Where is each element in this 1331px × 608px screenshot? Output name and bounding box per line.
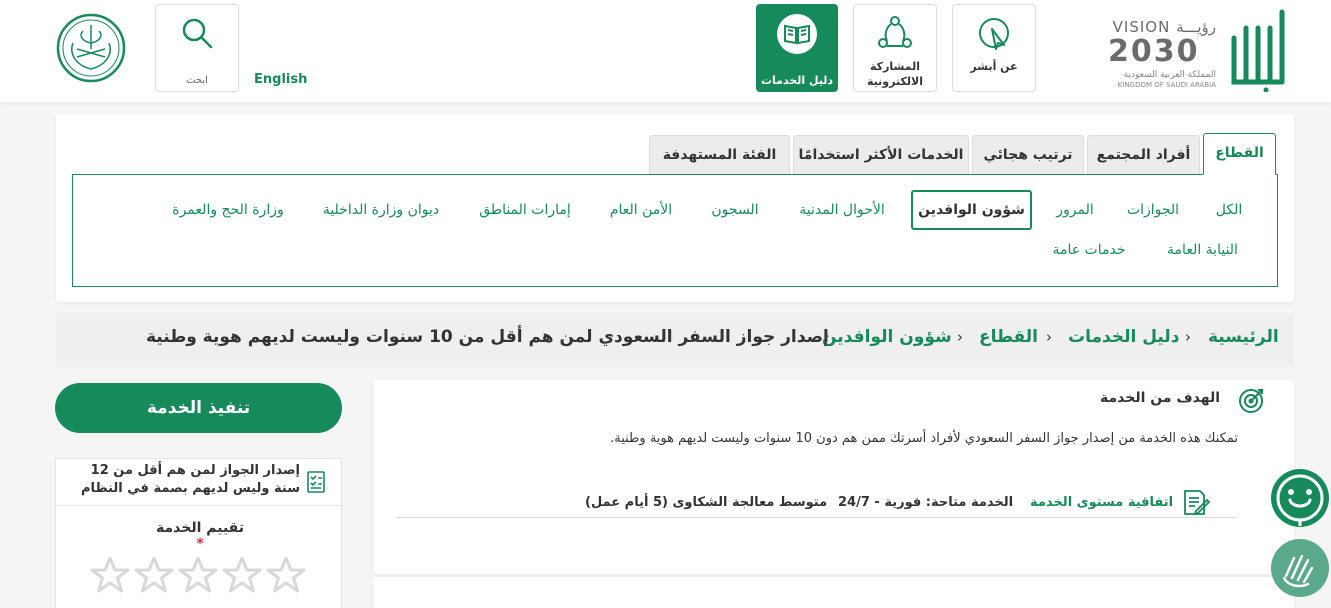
sector-chip-expatriates[interactable]: شؤون الوافدين [911, 190, 1032, 230]
service-goal-description: تمكنك هذه الخدمة من إصدار جواز السفر الس… [610, 431, 1238, 446]
sector-chip-public-security[interactable]: الأمن العام [600, 190, 682, 230]
language-switch[interactable]: English [254, 72, 307, 87]
star-icon[interactable] [90, 555, 130, 595]
star-icon[interactable] [222, 555, 262, 595]
vision-year: 2030 [1108, 34, 1200, 69]
vision-sub-ar: المملكة العربية السعودية [1123, 70, 1216, 80]
sector-chip-hajj-umrah[interactable]: وزارة الحج والعمرة [165, 190, 291, 230]
breadcrumb-separator-icon: › [1046, 328, 1052, 346]
service-tabs-card [373, 577, 1294, 608]
breadcrumb-separator-icon: › [957, 328, 963, 346]
nav-about-button[interactable]: عن أبشر [952, 4, 1036, 92]
rating-label-text: تقييم الخدمة [155, 520, 244, 536]
tab-community[interactable]: أفراد المجتمع [1087, 135, 1200, 174]
service-goal-title: الهدف من الخدمة [1100, 390, 1221, 406]
sector-chip-all[interactable]: الكل [1205, 190, 1253, 230]
breadcrumb-guide[interactable]: دليل الخدمات [1068, 327, 1179, 347]
details-divider [397, 517, 1237, 518]
required-mark: * [196, 536, 204, 552]
rating-label: تقييم الخدمة * [150, 520, 250, 552]
sector-chip-traffic[interactable]: المرور [1045, 190, 1105, 230]
breadcrumb-home[interactable]: الرئيسية [1208, 327, 1279, 347]
checklist-icon [307, 471, 325, 493]
nav-guide-button[interactable]: دليل الخدمات [756, 4, 838, 92]
vision-2030-logo: VISION رؤيـــة 2030 المملكة العربية السع… [1106, 16, 1218, 92]
star-icon[interactable] [134, 555, 174, 595]
sector-chip-public-prosecution[interactable]: النيابة العامة [1155, 230, 1250, 270]
breadcrumb-sector[interactable]: القطاع [979, 327, 1038, 347]
absher-logo[interactable] [1226, 8, 1288, 92]
vision-sub-en: KINGDOM OF SAUDI ARABIA [1117, 81, 1216, 89]
sector-chip-general-services[interactable]: خدمات عامة [1045, 230, 1133, 270]
execute-service-button[interactable]: تنفيذ الخدمة [55, 383, 342, 433]
sla-label[interactable]: اتفاقية مستوى الخدمة [1030, 495, 1173, 510]
sector-chip-regions[interactable]: إمارات المناطق [472, 190, 578, 230]
service-availability: الخدمة متاحة: فورية - 24/7 [838, 495, 1014, 510]
tab-sector[interactable]: القطاع [1203, 133, 1276, 175]
nav-search-label: ابحث [186, 75, 208, 86]
target-icon [1239, 389, 1263, 413]
search-icon [182, 18, 213, 49]
star-icon[interactable] [266, 555, 306, 595]
sector-chip-moi-diwan[interactable]: ديوان وزارة الداخلية [313, 190, 449, 230]
side-divider [56, 505, 341, 506]
book-icon [777, 14, 817, 54]
nav-search-button[interactable]: ابحث [155, 4, 239, 92]
nav-about-label: عن أبشر [970, 60, 1018, 73]
nav-participation-label: المشاركة الالكترونية [867, 60, 923, 88]
chatbot-icon[interactable] [1270, 468, 1330, 528]
tab-alphabetical[interactable]: ترتيب هجائي [972, 135, 1084, 174]
sign-language-icon[interactable] [1270, 538, 1330, 598]
service-details-card [373, 380, 1294, 574]
breadcrumb-current-page: إصدار جواز السفر السعودي لمن هم أقل من 1… [146, 327, 829, 347]
sector-chip-prisons[interactable]: السجون [704, 190, 766, 230]
sector-chip-passports[interactable]: الجوازات [1118, 190, 1188, 230]
ministry-emblem[interactable] [55, 13, 127, 83]
nav-participation-button[interactable]: المشاركة الالكترونية [853, 4, 937, 92]
cursor-click-icon [979, 18, 1009, 50]
tab-most-used[interactable]: الخدمات الأكثر استخدامًا [793, 135, 969, 174]
network-icon [878, 16, 912, 48]
breadcrumb-expatriates[interactable]: شؤون الوافدين [822, 327, 952, 347]
sla-document-icon [1184, 490, 1210, 516]
complaints-processing-time: متوسط معالجة الشكاوى (5 أيام عمل) [585, 495, 828, 510]
sector-chip-civil-affairs[interactable]: الأحوال المدنية [788, 190, 896, 230]
related-service-title[interactable]: إصدار الجواز لمن هم أقل من 12 سنة وليس ل… [70, 462, 300, 498]
breadcrumb-separator-icon: › [1185, 328, 1191, 346]
nav-guide-label: دليل الخدمات [760, 74, 834, 87]
star-icon[interactable] [178, 555, 218, 595]
tab-target-group[interactable]: الفئة المستهدفة [649, 135, 790, 174]
